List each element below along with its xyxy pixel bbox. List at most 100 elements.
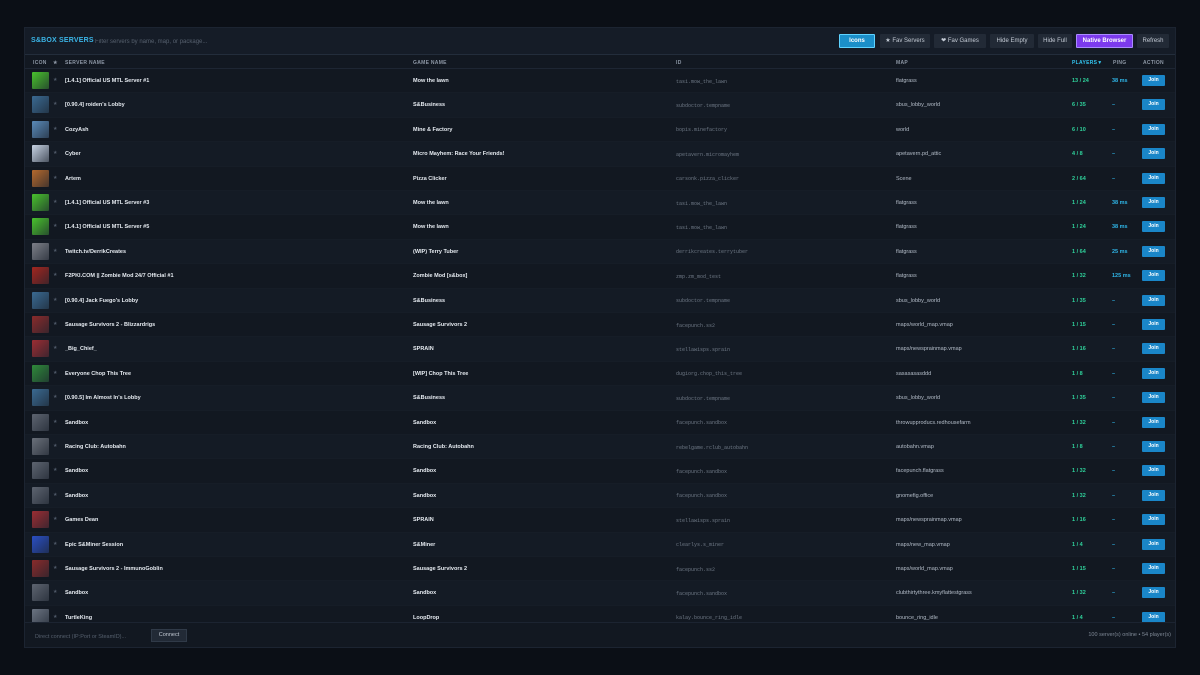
hide-empty-button[interactable]: Hide Empty xyxy=(990,34,1034,48)
join-button[interactable]: Join xyxy=(1142,416,1165,428)
game-name: Mine & Factory xyxy=(413,126,453,133)
game-name: Sandbox xyxy=(413,492,437,499)
search-input[interactable] xyxy=(95,34,495,49)
column-server-name[interactable]: SERVER NAME xyxy=(65,60,105,66)
table-row[interactable]: ★ F2PKI.COM || Zombie Mod 24/7 Official #… xyxy=(25,264,1175,289)
table-row[interactable]: ★ Sandbox Sandbox facepunch.sandbox gnomefig… xyxy=(25,483,1175,509)
table-row[interactable]: ★ Epic S&Miner Session S&Miner clearlys.s_m… xyxy=(25,532,1175,557)
join-button[interactable]: Join xyxy=(1142,441,1165,452)
favorite-star-icon[interactable]: ★ xyxy=(53,467,57,473)
favorite-star-icon[interactable]: ★ xyxy=(53,516,57,522)
server-name: [0.90.5] Im Almost In's Lobby xyxy=(65,395,141,402)
favorite-star-icon[interactable]: ★ xyxy=(53,370,57,376)
direct-connect-input[interactable] xyxy=(35,631,145,642)
table-row[interactable]: ★ Cyber Micro Mayhem: Race Your Friends! ap… xyxy=(25,142,1175,167)
column-icon: ICON xyxy=(33,60,47,66)
join-button[interactable]: Join xyxy=(1142,465,1165,477)
table-row[interactable]: ★ [0.90.5] Im Almost In's Lobby S&Business… xyxy=(25,386,1175,411)
column-game-name[interactable]: GAME NAME xyxy=(413,60,447,66)
join-button[interactable]: Join xyxy=(1142,123,1165,135)
column-map[interactable]: MAP xyxy=(896,60,908,66)
connect-button[interactable]: Connect xyxy=(151,629,187,642)
favorite-star-icon[interactable]: ★ xyxy=(53,321,57,327)
player-count: 1 / 4 xyxy=(1072,541,1083,548)
join-button[interactable]: Join xyxy=(1142,489,1165,501)
favorite-star-icon[interactable]: ★ xyxy=(53,223,57,229)
fav-games-button[interactable]: ❤ Fav Games xyxy=(934,34,986,48)
table-row[interactable]: ★ _Big_Chief_ SPRAIN stellawisps.sprain maps… xyxy=(25,337,1175,362)
favorite-star-icon[interactable]: ★ xyxy=(53,101,57,107)
favorite-star-icon[interactable]: ★ xyxy=(53,272,57,278)
favorite-star-icon[interactable]: ★ xyxy=(53,126,57,132)
table-row[interactable]: ★ Sandbox Sandbox facepunch.sandbox facepunc… xyxy=(25,459,1175,484)
fav-servers-button[interactable]: ★ Fav Servers xyxy=(880,34,930,48)
table-row[interactable]: ★ Sausage Survivors 2 - ImmunoGoblin Sausa… xyxy=(25,557,1175,582)
table-row[interactable]: ★ CozyAsh Mine & Factory bopis.minefactory w… xyxy=(25,117,1175,143)
refresh-button[interactable]: Refresh xyxy=(1137,34,1169,48)
join-button[interactable]: Join xyxy=(1142,270,1165,282)
package-id: apetavern.micromayhem xyxy=(676,151,740,158)
favorite-star-icon[interactable]: ★ xyxy=(53,150,57,156)
table-row[interactable]: ★ Sandbox Sandbox facepunch.sandbox throwupp… xyxy=(25,410,1175,435)
table-row[interactable]: ★ Sandbox Sandbox facepunch.sandbox clubthir… xyxy=(25,581,1175,606)
server-name: Racing Club: Autobahn xyxy=(65,444,126,450)
favorite-star-icon[interactable]: ★ xyxy=(53,77,57,83)
join-button[interactable]: Join xyxy=(1142,99,1165,111)
package-id: tasi.mow_the_lawn xyxy=(676,200,728,207)
favorite-star-icon[interactable]: ★ xyxy=(53,394,57,400)
table-row[interactable]: ★ TurtleKing LoopDrop kalay.bounce_ring_idl… xyxy=(25,605,1175,622)
column-id[interactable]: ID xyxy=(676,60,682,66)
favorite-star-icon[interactable]: ★ xyxy=(53,589,57,595)
favorite-star-icon[interactable]: ★ xyxy=(53,565,57,571)
native-browser-button[interactable]: Native Browser xyxy=(1076,34,1133,48)
join-button[interactable]: Join xyxy=(1142,319,1165,330)
table-row[interactable]: ★ Games Dean SPRAIN stellawisps.sprain maps/… xyxy=(25,508,1175,533)
column-fav[interactable]: ★ xyxy=(53,60,58,66)
table-row[interactable]: ★ Racing Club: Autobahn Racing Club: Autob… xyxy=(25,435,1175,460)
favorite-star-icon[interactable]: ★ xyxy=(53,541,57,547)
table-row[interactable]: ★ Artem Pizza Clicker carsonk.pizza_clicker… xyxy=(25,166,1175,191)
table-row[interactable]: ★ [1.4.1] Official US MTL Server #3 Mow th… xyxy=(25,191,1175,216)
join-button[interactable]: Join xyxy=(1142,197,1165,208)
favorite-star-icon[interactable]: ★ xyxy=(53,443,57,449)
favorite-star-icon[interactable]: ★ xyxy=(53,199,57,205)
table-row[interactable]: ★ [0.90.4] Jack Fuego's Lobby S&Business su… xyxy=(25,288,1175,313)
join-button[interactable]: Join xyxy=(1142,538,1165,550)
favorite-star-icon[interactable]: ★ xyxy=(53,297,57,303)
join-button[interactable]: Join xyxy=(1142,611,1165,622)
table-row[interactable]: ★ [1.4.1] Official US MTL Server #1 Mow th… xyxy=(25,69,1175,94)
column-ping[interactable]: PING xyxy=(1113,60,1126,66)
favorite-star-icon[interactable]: ★ xyxy=(53,248,57,254)
favorite-star-icon[interactable]: ★ xyxy=(53,419,57,425)
racing-club-icon xyxy=(32,438,49,455)
favorite-star-icon[interactable]: ★ xyxy=(53,614,57,620)
join-button[interactable]: Join xyxy=(1142,392,1165,404)
table-row[interactable]: ★ [0.90.4] roiden's Lobby S&Business subdoc… xyxy=(25,93,1175,118)
join-button[interactable]: Join xyxy=(1142,343,1165,355)
table-row[interactable]: ★ Everyone Chop This Tree [WIP] Chop This … xyxy=(25,361,1175,387)
map-name: facepunch.flatgrass xyxy=(896,468,944,475)
column-players[interactable]: PLAYERS▼ xyxy=(1072,60,1103,66)
player-count: 1 / 15 xyxy=(1072,566,1086,572)
join-button[interactable]: Join xyxy=(1142,294,1165,306)
join-button[interactable]: Join xyxy=(1142,148,1165,160)
join-button[interactable]: Join xyxy=(1142,587,1165,599)
table-row[interactable]: ★ [1.4.1] Official US MTL Server #5 Mow th… xyxy=(25,215,1175,240)
table-row[interactable]: ★ Sausage Survivors 2 - Blizzardrigs Sausa… xyxy=(25,313,1175,338)
icons-toggle-button[interactable]: Icons xyxy=(839,34,875,48)
hide-full-button[interactable]: Hide Full xyxy=(1038,34,1072,48)
server-name: Epic S&Miner Session xyxy=(65,541,124,548)
favorite-star-icon[interactable]: ★ xyxy=(53,345,57,351)
join-button[interactable]: Join xyxy=(1142,221,1165,233)
server-name: Sausage Survivors 2 - ImmunoGoblin xyxy=(65,566,163,572)
favorite-star-icon[interactable]: ★ xyxy=(53,175,57,181)
join-button[interactable]: Join xyxy=(1142,245,1165,257)
join-button[interactable]: Join xyxy=(1142,514,1165,526)
ping-value: – xyxy=(1112,322,1116,328)
join-button[interactable]: Join xyxy=(1142,563,1165,574)
join-button[interactable]: Join xyxy=(1142,75,1165,86)
favorite-star-icon[interactable]: ★ xyxy=(53,492,57,498)
join-button[interactable]: Join xyxy=(1142,172,1165,184)
join-button[interactable]: Join xyxy=(1142,367,1165,379)
table-row[interactable]: ★ Twitch.tv/DerrikCreates (WIP) Terry Tube… xyxy=(25,239,1175,265)
